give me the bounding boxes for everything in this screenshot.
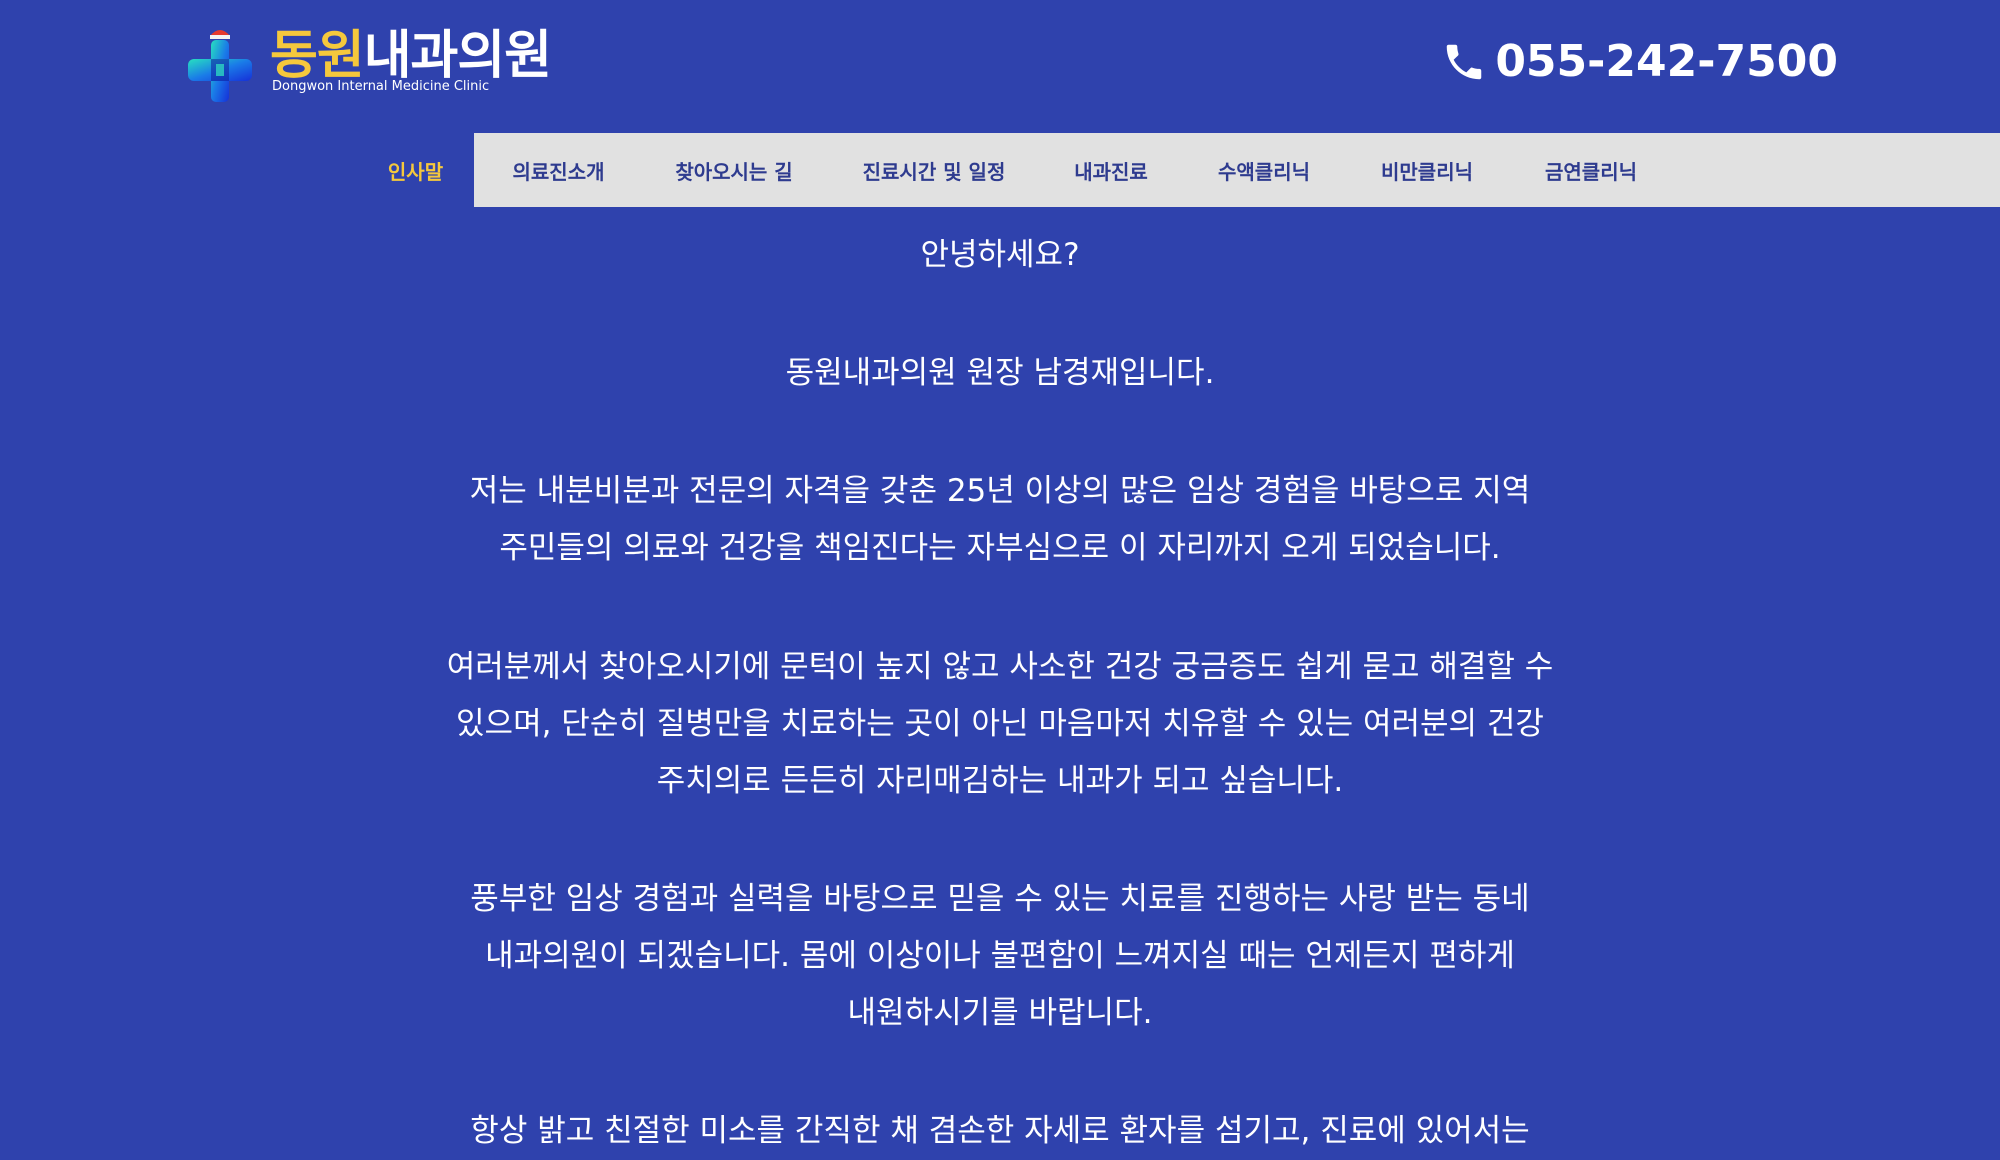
greeting-line: 항상 밝고 친절한 미소를 간직한 채 겸손한 자세로 환자를 섬기고, 진료에… [470,1113,1530,1149]
main-nav: 인사말 의료진소개 찾아오시는 길 진료시간 및 일정 내과진료 수액클리닉 비… [357,133,2000,207]
logo-title-part2: 내과의원 [363,26,552,86]
nav-item-greeting[interactable]: 인사말 [357,133,474,207]
phone-icon [1447,44,1482,80]
greeting-paragraph-3: 풍부한 임상 경험과 실력을 바탕으로 믿을 수 있는 치료를 진행하는 사랑 … [400,871,1600,1042]
nav-item-smoking-clinic[interactable]: 금연클리닉 [1505,133,1677,207]
greeting-line: 있으며, 단순히 질병만을 치료하는 곳이 아닌 마음마저 치유할 수 있는 여… [456,706,1544,742]
greeting-line: 풍부한 임상 경험과 실력을 바탕으로 믿을 수 있는 치료를 진행하는 사랑 … [470,881,1530,917]
nav-item-internal-medicine[interactable]: 내과진료 [1043,133,1179,207]
nav-item-directions[interactable]: 찾아오시는 길 [643,133,825,207]
greeting-line: 주민들의 의료와 건강을 책임진다는 자부심으로 이 자리까지 오게 되었습니다… [499,530,1501,566]
site-header: 동원내과의원 Dongwon Internal Medicine Clinic … [0,0,2000,133]
nav-item-doctors[interactable]: 의료진소개 [474,133,643,207]
greeting-paragraph-4: 항상 밝고 친절한 미소를 간직한 채 겸손한 자세로 환자를 섬기고, 진료에… [400,1103,1600,1160]
clinic-logo[interactable]: 동원내과의원 Dongwon Internal Medicine Clinic [186,22,686,106]
greeting-line: 내과의원이 되겠습니다. 몸에 이상이나 불편함이 느껴지실 때는 언제든지 편… [485,938,1515,974]
greeting-line: 저는 내분비분과 전문의 자격을 갖춘 25년 이상의 많은 임상 경험을 바탕… [469,473,1531,509]
greeting-line: 여러분께서 찾아오시기에 문턱이 높지 않고 사소한 건강 궁금증도 쉽게 묻고… [446,649,1554,685]
greeting-paragraph-2: 여러분께서 찾아오시기에 문턱이 높지 않고 사소한 건강 궁금증도 쉽게 묻고… [400,639,1600,810]
greeting-paragraph-1: 저는 내분비분과 전문의 자격을 갖춘 25년 이상의 많은 임상 경험을 바탕… [400,463,1600,577]
nav-item-hours[interactable]: 진료시간 및 일정 [825,133,1043,207]
greeting-line: 동원내과의원 원장 남경재입니다. [785,355,1215,391]
nav-band: 인사말 의료진소개 찾아오시는 길 진료시간 및 일정 내과진료 수액클리닉 비… [0,133,2000,207]
phone-contact[interactable]: 055-242-7500 [1441,34,1838,90]
phone-number[interactable]: 055-242-7500 [1495,34,1838,90]
greeting-hello: 안녕하세요? [400,227,1600,284]
greeting-line: 안녕하세요? [920,237,1080,273]
greeting-content: 안녕하세요? 동원내과의원 원장 남경재입니다. 저는 내분비분과 전문의 자격… [0,207,2000,1149]
greeting-introduction: 동원내과의원 원장 남경재입니다. [400,345,1600,402]
medical-cross-icon [188,30,252,102]
greeting-line: 주치의로 든든히 자리매김하는 내과가 되고 싶습니다. [656,763,1344,799]
nav-item-iv-clinic[interactable]: 수액클리닉 [1179,133,1349,207]
logo-title-part1: 동원 [270,26,365,86]
logo-title: 동원내과의원 [270,26,552,86]
greeting-line: 내원하시기를 바랍니다. [847,995,1153,1031]
logo-subtitle: Dongwon Internal Medicine Clinic [272,79,490,94]
nav-item-obesity-clinic[interactable]: 비만클리닉 [1349,133,1505,207]
